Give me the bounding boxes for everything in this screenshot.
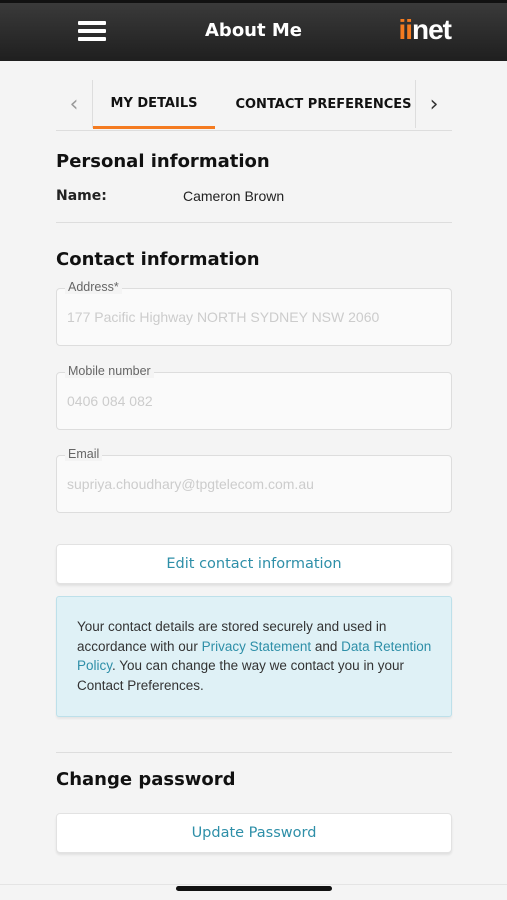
info-text: . You can change the way we contact you … — [77, 658, 404, 693]
address-input[interactable] — [67, 309, 437, 325]
divider — [56, 222, 452, 223]
tab-bar: ‹ MY DETAILS CONTACT PREFERENCES › — [56, 80, 452, 131]
name-value: Cameron Brown — [183, 188, 285, 204]
chevron-right-icon[interactable]: › — [415, 80, 452, 128]
email-input[interactable] — [67, 476, 437, 492]
personal-information-heading: Personal information — [56, 151, 270, 172]
email-label: Email — [65, 447, 103, 461]
divider — [56, 752, 452, 753]
privacy-statement-link[interactable]: Privacy Statement — [202, 639, 312, 654]
edit-contact-information-button[interactable]: Edit contact information — [56, 544, 452, 584]
tab-contact-preferences[interactable]: CONTACT PREFERENCES — [231, 80, 416, 128]
address-label: Address* — [65, 280, 122, 294]
address-field[interactable]: Address* — [56, 280, 452, 346]
info-notice: Your contact details are stored securely… — [56, 596, 452, 717]
tab-my-details[interactable]: MY DETAILS — [93, 80, 215, 129]
divider — [0, 884, 507, 885]
info-text: and — [311, 638, 342, 654]
mobile-field[interactable]: Mobile number — [56, 364, 452, 430]
update-password-button[interactable]: Update Password — [56, 813, 452, 853]
name-label: Name: — [56, 188, 107, 204]
chevron-left-icon[interactable]: ‹ — [56, 80, 93, 128]
change-password-heading: Change password — [56, 769, 236, 790]
mobile-label: Mobile number — [65, 364, 154, 378]
contact-information-heading: Contact information — [56, 249, 260, 270]
iinet-logo: iinet — [398, 14, 452, 45]
mobile-input[interactable] — [67, 393, 437, 409]
home-indicator[interactable] — [176, 886, 332, 891]
email-field[interactable]: Email — [56, 447, 452, 513]
app-header: About Me iinet — [0, 0, 507, 61]
